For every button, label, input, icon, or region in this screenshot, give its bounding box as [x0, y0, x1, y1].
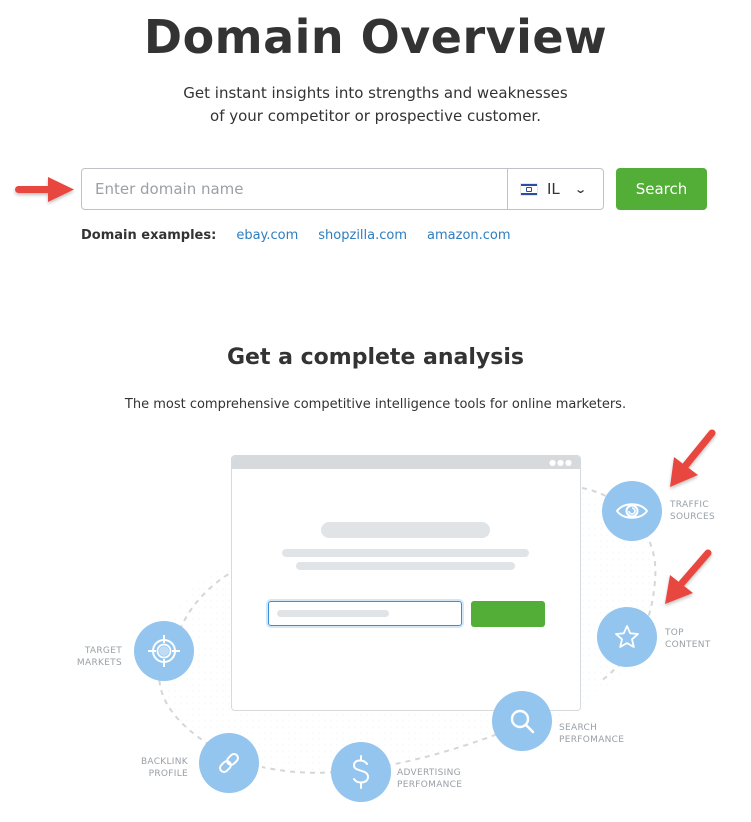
mock-text-line-1 [282, 549, 529, 557]
feature-search-performance [492, 691, 552, 751]
eye-icon [615, 503, 649, 519]
dollar-icon [352, 755, 370, 789]
feature-label-top-content: TOP CONTENT [665, 628, 711, 650]
mock-title-bar: ●●● [232, 456, 580, 469]
feature-backlink-profile [199, 733, 259, 793]
link-icon [219, 753, 239, 773]
feature-traffic-sources [602, 481, 662, 541]
feature-label-backlink-profile: BACKLINK PROFILE [140, 757, 188, 779]
feature-label-target-markets: TARGET MARKETS [76, 646, 122, 668]
feature-target-markets [134, 621, 194, 681]
mock-text-line-2 [296, 562, 515, 570]
mock-heading-line [321, 522, 490, 538]
target-icon [148, 635, 180, 667]
feature-label-traffic-sources: TRAFFIC SOURCES [670, 500, 715, 522]
mock-dots-icon: ●●● [549, 458, 573, 467]
search-icon [510, 709, 535, 734]
feature-advertising-performance [331, 742, 391, 802]
annotation-arrow-content-icon [665, 549, 712, 604]
browser-mockup-illustration: ●●● [231, 455, 581, 711]
mock-input [268, 601, 462, 626]
feature-label-search-performance: SEARCH PERFOMANCE [559, 723, 625, 745]
feature-label-advertising-performance: ADVERTISING PERFOMANCE [397, 768, 463, 790]
annotation-arrow-traffic-icon [670, 429, 716, 487]
star-icon [615, 625, 639, 648]
feature-top-content [597, 607, 657, 667]
mock-button [471, 601, 545, 627]
